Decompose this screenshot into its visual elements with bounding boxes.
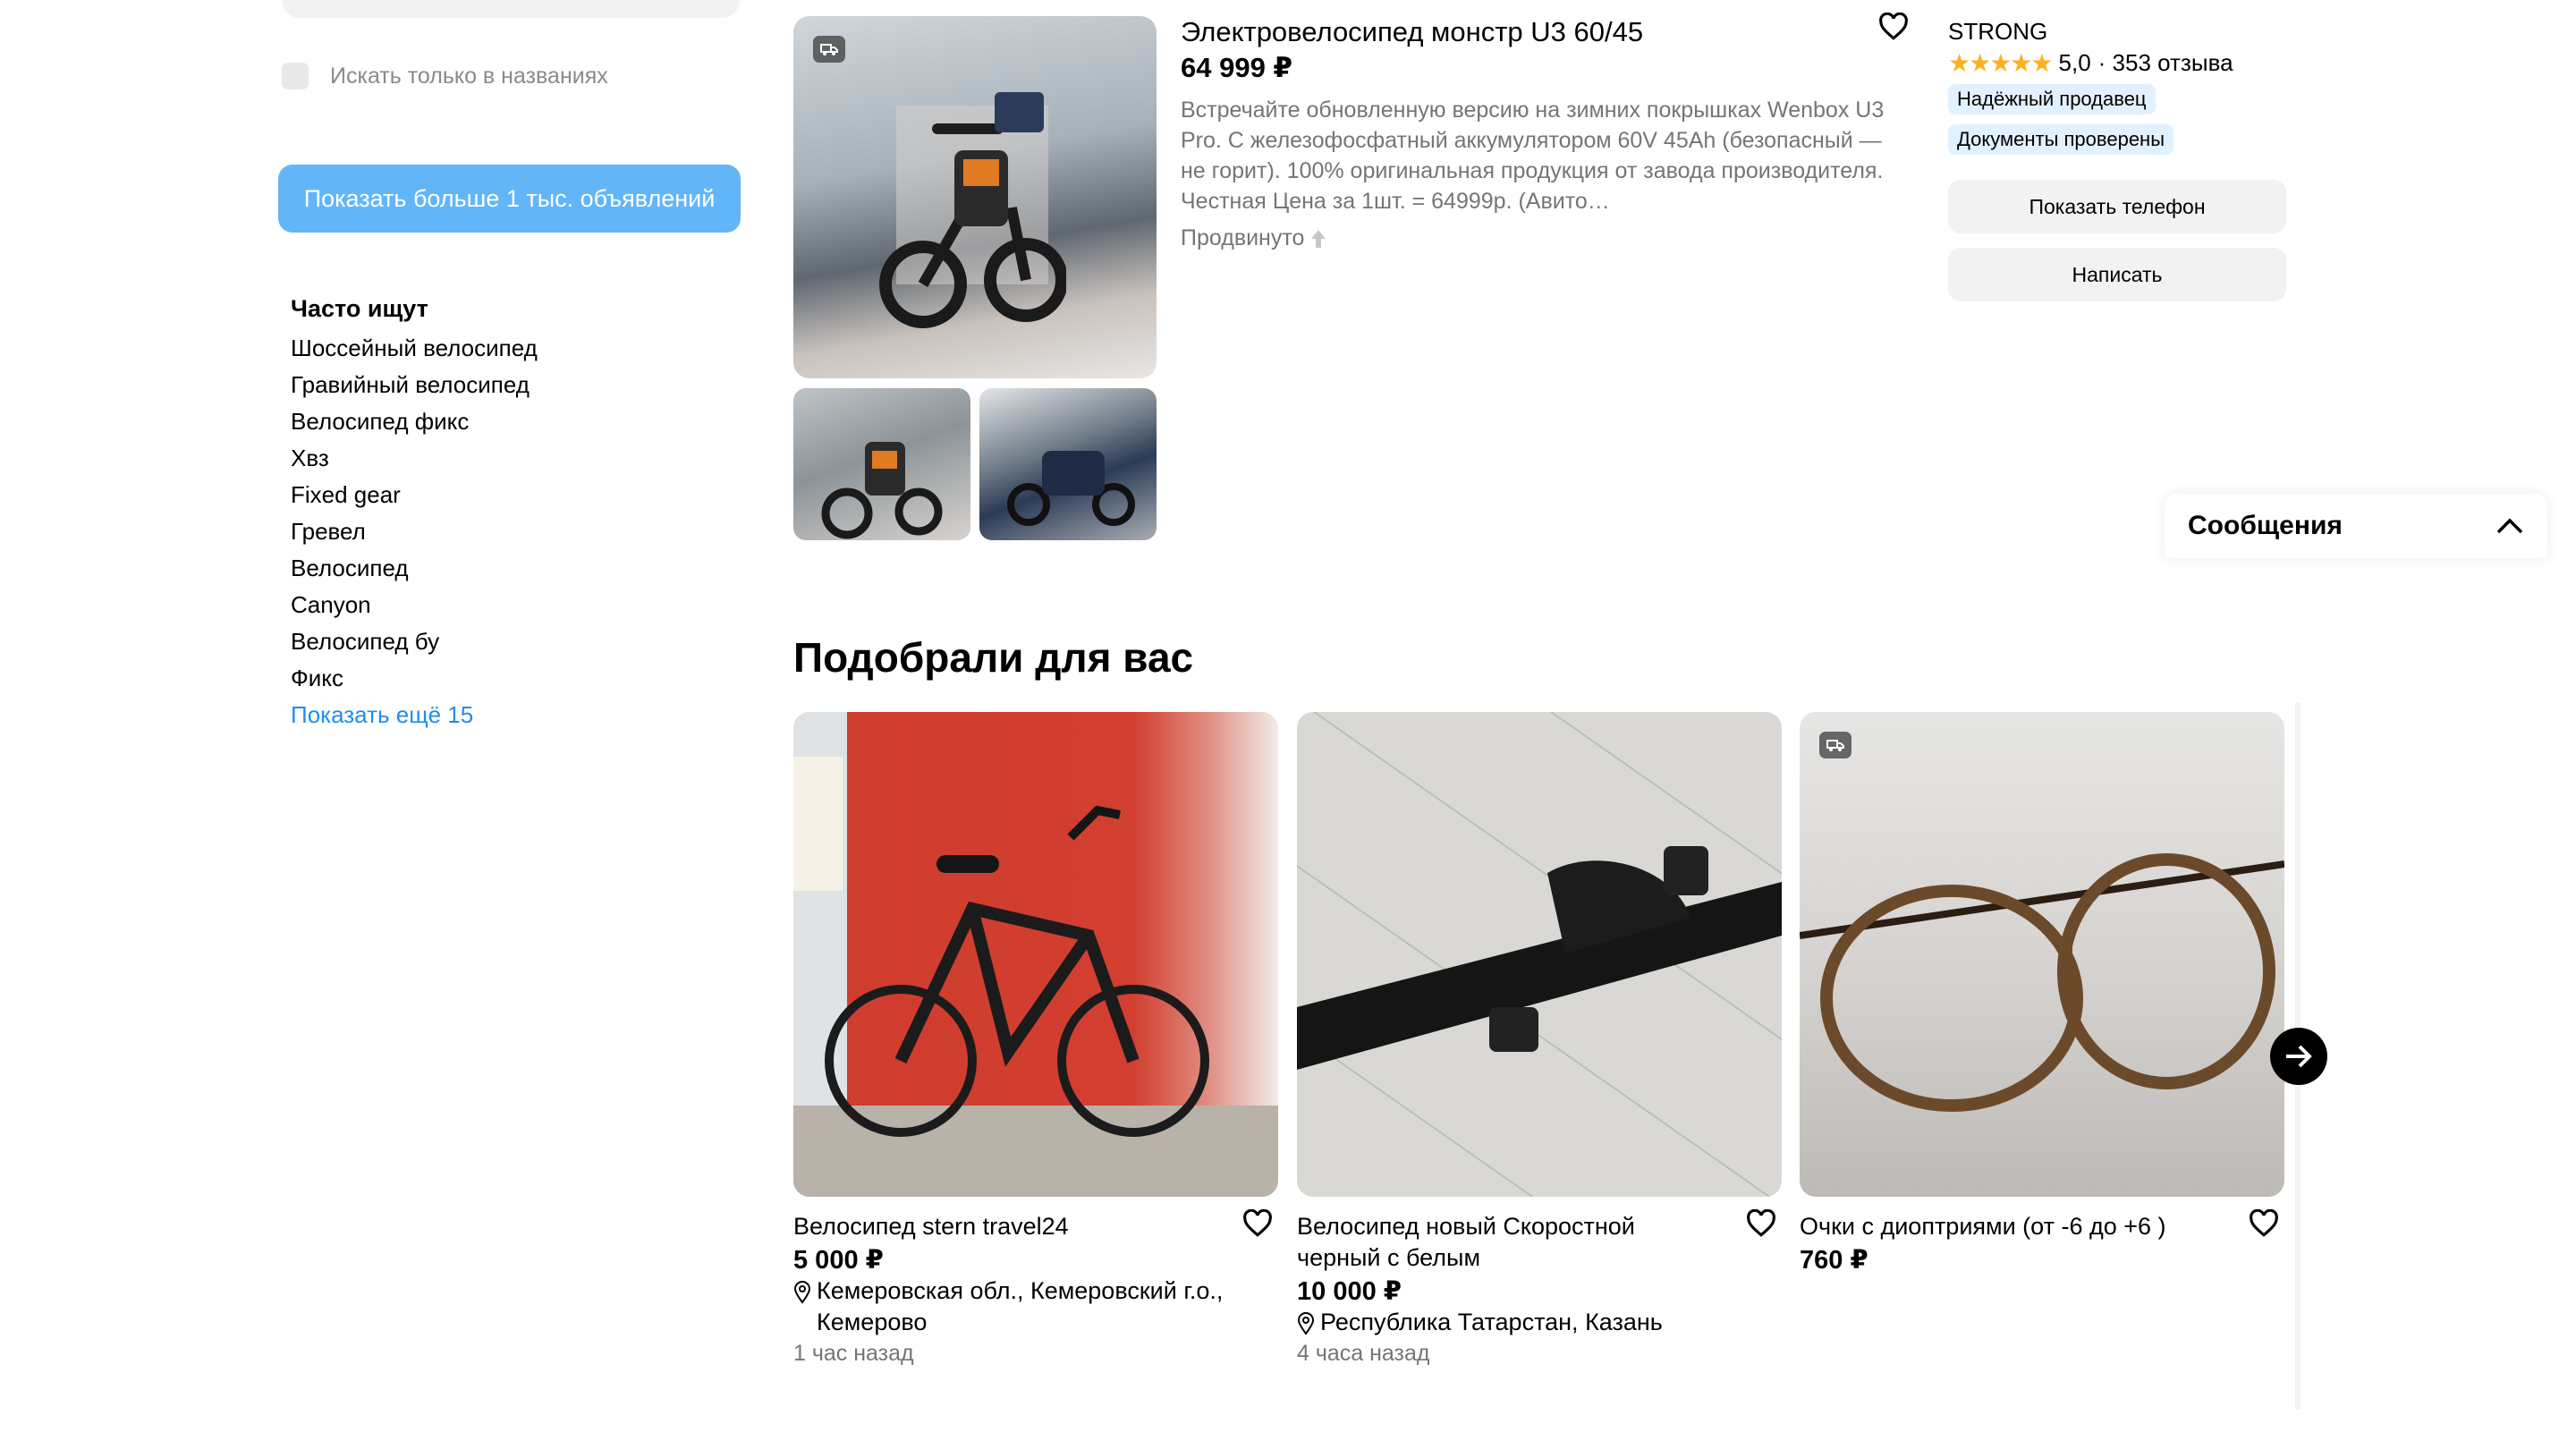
delivery-icon bbox=[813, 36, 845, 63]
item-description: Встречайте обновленную версию на зимних … bbox=[1181, 97, 1885, 214]
card-location: Кемеровская обл., Кемеровский г.о., Кеме… bbox=[793, 1275, 1258, 1338]
card-price: 10 000 ₽ bbox=[1297, 1277, 1402, 1306]
only-titles-checkbox[interactable] bbox=[282, 63, 309, 89]
card-location-text: Республика Татарстан, Казань bbox=[1320, 1309, 1663, 1335]
star-icon: ★★★★★ bbox=[1948, 49, 2054, 77]
often-searched: Часто ищут Шоссейный велосипед Гравийный… bbox=[291, 295, 538, 733]
often-link[interactable]: Хвз bbox=[291, 440, 538, 477]
often-link[interactable]: Велосипед фикс bbox=[291, 403, 538, 440]
card-time: 4 часа назад bbox=[1297, 1341, 1430, 1366]
documents-verified-badge: Документы проверены bbox=[1948, 124, 2174, 155]
search-field-partial[interactable] bbox=[282, 0, 740, 18]
card-title[interactable]: Велосипед stern travel24 bbox=[793, 1211, 1214, 1242]
heart-outline-icon[interactable] bbox=[2249, 1208, 2279, 1242]
recommendations-title: Подобрали для вас bbox=[793, 634, 1194, 681]
card-price: 5 000 ₽ bbox=[793, 1246, 884, 1275]
rating-value: 5,0 bbox=[2058, 49, 2091, 76]
delivery-icon bbox=[1819, 732, 1852, 758]
location-pin-icon bbox=[793, 1281, 811, 1304]
card-location-text: Кемеровская обл., Кемеровский г.о., Кеме… bbox=[817, 1277, 1224, 1335]
card-image[interactable] bbox=[1800, 712, 2284, 1197]
often-link[interactable]: Гревел bbox=[291, 513, 538, 550]
card-title[interactable]: Очки с диоптриями (от -6 до +6 ) bbox=[1800, 1211, 2220, 1242]
card-title[interactable]: Велосипед новый Скоростной черный с белы… bbox=[1297, 1211, 1717, 1274]
item-thumbnail[interactable] bbox=[979, 388, 1157, 540]
often-link[interactable]: Fixed gear bbox=[291, 477, 538, 513]
write-message-button[interactable]: Написать bbox=[1948, 248, 2286, 301]
arrow-up-icon bbox=[1311, 229, 1326, 248]
heart-outline-icon[interactable] bbox=[1878, 12, 1909, 46]
messages-widget[interactable]: Сообщения bbox=[2165, 494, 2547, 558]
often-link[interactable]: Велосипед bbox=[291, 550, 538, 587]
item-main-photo[interactable] bbox=[793, 16, 1157, 378]
often-link[interactable]: Canyon bbox=[291, 587, 538, 623]
card-meta: 760 ₽ bbox=[1800, 1244, 2265, 1275]
arrow-right-icon[interactable] bbox=[2270, 1028, 2327, 1085]
item-title[interactable]: Электровелосипед монстр U3 60/45 bbox=[1181, 16, 1643, 48]
location-pin-icon bbox=[1297, 1312, 1315, 1335]
card-location: Республика Татарстан, Казань bbox=[1297, 1307, 1762, 1338]
chevron-up-icon[interactable] bbox=[2496, 517, 2524, 535]
promoted-label: Продвинуто bbox=[1181, 225, 1327, 251]
only-titles-checkbox-row[interactable]: Искать только в названиях bbox=[282, 63, 608, 89]
electric-bike-image bbox=[879, 92, 1066, 328]
reliable-seller-badge: Надёжный продавец bbox=[1948, 84, 2156, 114]
recommendation-card[interactable]: Велосипед stern travel24 5 000 ₽ Кемеров… bbox=[793, 712, 1278, 1366]
only-titles-label: Искать только в названиях bbox=[330, 63, 608, 89]
item-thumbnail[interactable] bbox=[793, 388, 970, 540]
heart-outline-icon[interactable] bbox=[1746, 1208, 1776, 1242]
card-price: 760 ₽ bbox=[1800, 1246, 1868, 1275]
recommendation-card[interactable]: Велосипед новый Скоростной черный с белы… bbox=[1297, 712, 1782, 1366]
reviews-count[interactable]: · 353 отзыва bbox=[2098, 49, 2233, 77]
show-more-searches-link[interactable]: Показать ещё 15 bbox=[291, 697, 538, 733]
card-meta: 10 000 ₽ Республика Татарстан, Казань 4 … bbox=[1297, 1275, 1762, 1369]
item-price: 64 999 ₽ bbox=[1181, 52, 1292, 83]
card-meta: 5 000 ₽ Кемеровская обл., Кемеровский г.… bbox=[793, 1244, 1258, 1369]
messages-title: Сообщения bbox=[2188, 511, 2343, 540]
often-searched-title: Часто ищут bbox=[291, 295, 428, 322]
recommendation-card[interactable]: Очки с диоптриями (от -6 до +6 ) 760 ₽ bbox=[1800, 712, 2284, 1275]
often-link[interactable]: Шоссейный велосипед bbox=[291, 330, 538, 367]
seller-rating: ★★★★★ 5,0 · 353 отзыва bbox=[1948, 48, 2233, 78]
card-time: 1 час назад bbox=[793, 1341, 914, 1366]
show-phone-button[interactable]: Показать телефон bbox=[1948, 180, 2286, 233]
often-link[interactable]: Гравийный велосипед bbox=[291, 367, 538, 403]
often-link[interactable]: Велосипед бу bbox=[291, 623, 538, 660]
show-more-ads-button[interactable]: Показать больше 1 тыс. объявлений bbox=[278, 165, 741, 233]
often-link[interactable]: Фикс bbox=[291, 660, 538, 697]
seller-name[interactable]: STRONG bbox=[1948, 18, 2047, 46]
promoted-text: Продвинуто bbox=[1181, 225, 1305, 250]
heart-outline-icon[interactable] bbox=[1242, 1208, 1273, 1242]
card-image[interactable] bbox=[793, 712, 1278, 1197]
card-image[interactable] bbox=[1297, 712, 1782, 1197]
